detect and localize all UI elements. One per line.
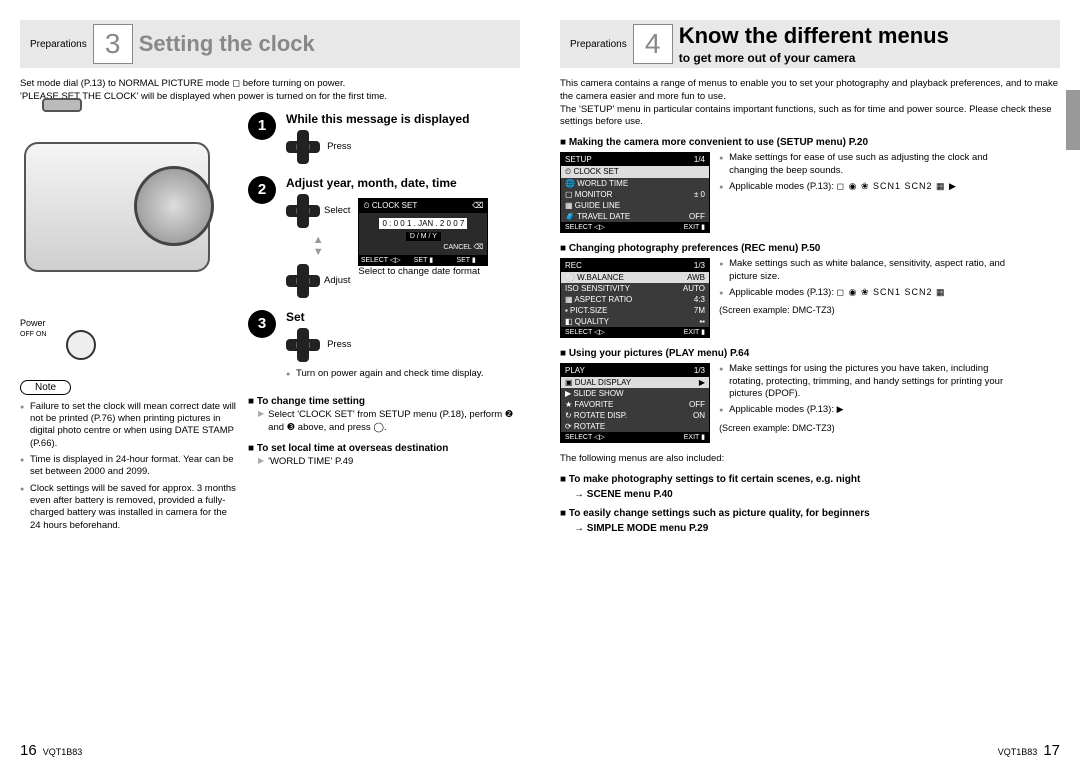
notes-list: Failure to set the clock will mean corre… xyxy=(20,401,240,532)
screen-example: (Screen example: DMC-TZ3) xyxy=(719,423,1019,433)
step-3: 3 Set Press Turn on power again and chec… xyxy=(248,310,520,384)
power-label: Power OFF ON xyxy=(20,318,46,338)
setup-lcd: SETUP1/4 ⏲ CLOCK SET 🌐 WORLD TIME ▢ MONI… xyxy=(560,152,710,233)
page-subtitle: to get more out of your camera xyxy=(679,51,949,65)
date-format-hint: Select to change date format xyxy=(358,266,488,277)
scene-heading: To make photography settings to fit cert… xyxy=(560,474,1060,485)
note-pill: Note xyxy=(20,380,71,395)
prep-label: Preparations xyxy=(570,39,627,50)
clock-set-screen: ⏲ CLOCK SET⌫ 0 : 0 0 1 . JAN . 2 0 0 7 D… xyxy=(358,198,488,266)
note-item: Time is displayed in 24-hour format. Yea… xyxy=(20,454,240,479)
updown-arrows-icon: ▲▼ xyxy=(286,234,350,258)
rec-lcd: REC1/3 ⚪ W.BALANCEAWB ISO SENSITIVITYAUT… xyxy=(560,258,710,338)
overseas-text: 'WORLD TIME' P.49 xyxy=(258,456,520,469)
step-badge-3: 3 xyxy=(248,310,276,338)
setup-bullet: Applicable modes (P.13): ◻ ◉ ❀ SCN1 SCN2… xyxy=(719,181,1019,193)
page16-header: Preparations 3 Setting the clock xyxy=(20,20,520,68)
play-lcd: PLAY1/3 ▣ DUAL DISPLAY▶ ▶ SLIDE SHOW ★ F… xyxy=(560,363,710,443)
steps-column: 1 While this message is displayed Press … xyxy=(248,112,520,536)
note-item: Clock settings will be saved for approx.… xyxy=(20,483,240,532)
change-time-heading: To change time setting xyxy=(248,396,520,407)
mode-icons: ◻ ◉ ❀ SCN1 SCN2 ▦ xyxy=(837,287,946,297)
rec-menu-section: Changing photography preferences (REC me… xyxy=(560,243,1060,338)
overseas-heading: To set local time at overseas destinatio… xyxy=(248,443,520,454)
step1-title: While this message is displayed xyxy=(286,112,520,126)
step3-title: Set xyxy=(286,310,520,324)
setup-bullet: Make settings for ease of use such as ad… xyxy=(719,152,1019,177)
page-title: Know the different menus xyxy=(679,23,949,49)
power-switch-icon xyxy=(66,330,96,360)
camera-illustration: Power OFF ON xyxy=(20,112,240,312)
intro-text: Set mode dial (P.13) to NORMAL PICTURE m… xyxy=(20,78,520,104)
exit-icon: ⌫ xyxy=(472,201,483,211)
manual-spread: Preparations 3 Setting the clock Set mod… xyxy=(0,0,1080,767)
page-title: Setting the clock xyxy=(139,31,315,57)
page-number: 17 xyxy=(1043,742,1060,759)
mode-icons: ▶ xyxy=(837,404,845,414)
dpad-icon xyxy=(286,264,320,298)
dpad-icon xyxy=(286,328,320,362)
mode-icons: ◻ ◉ ❀ SCN1 SCN2 ▦ ▶ xyxy=(837,181,957,191)
screen-example: (Screen example: DMC-TZ3) xyxy=(719,305,1019,315)
chapter-number-4: 4 xyxy=(633,24,673,64)
dpad-icon xyxy=(286,194,320,228)
page17-intro: This camera contains a range of menus to… xyxy=(560,78,1060,129)
step-badge-2: 2 xyxy=(248,176,276,204)
page-16: Preparations 3 Setting the clock Set mod… xyxy=(0,0,540,767)
camera-column: Power OFF ON Note Failure to set the clo… xyxy=(20,112,240,536)
camera-body-icon xyxy=(24,142,210,272)
thumb-tab xyxy=(1066,90,1080,150)
camera-lens-icon xyxy=(134,166,214,246)
setup-heading: Making the camera more convenient to use… xyxy=(560,137,1060,148)
page-number: 16 xyxy=(20,742,37,759)
step-1: 1 While this message is displayed Press xyxy=(248,112,520,164)
step-badge-1: 1 xyxy=(248,112,276,140)
doc-code: VQT1B83 xyxy=(998,747,1038,757)
rec-bullet: Applicable modes (P.13): ◻ ◉ ❀ SCN1 SCN2… xyxy=(719,287,1019,299)
dmy-tag: D / M / Y xyxy=(406,232,441,241)
prep-label: Preparations xyxy=(30,39,87,50)
play-bullet: Applicable modes (P.13): ▶ xyxy=(719,404,1019,416)
step2-title: Adjust year, month, date, time xyxy=(286,176,520,190)
footer-left: 16 VQT1B83 xyxy=(20,742,82,759)
press-label: Press xyxy=(327,141,351,152)
note-item: Failure to set the clock will mean corre… xyxy=(20,401,240,450)
scene-link: → SCENE menu P.40 xyxy=(574,489,1060,500)
rec-bullet: Make settings such as white balance, sen… xyxy=(719,258,1019,283)
simple-heading: To easily change settings such as pictur… xyxy=(560,508,1060,519)
doc-code: VQT1B83 xyxy=(43,747,83,757)
change-time-text: Select 'CLOCK SET' from SETUP menu (P.18… xyxy=(258,409,520,435)
mode-dial-icon xyxy=(42,98,82,112)
dpad-icon xyxy=(286,130,320,164)
play-heading: Using your pictures (PLAY menu) P.64 xyxy=(560,348,1060,359)
setup-menu-section: Making the camera more convenient to use… xyxy=(560,137,1060,233)
also-included: The following menus are also included: xyxy=(560,453,1060,466)
play-menu-section: Using your pictures (PLAY menu) P.64 PLA… xyxy=(560,348,1060,443)
simple-link: → SIMPLE MODE menu P.29 xyxy=(574,523,1060,534)
chapter-number-3: 3 xyxy=(93,24,133,64)
play-bullet: Make settings for using the pictures you… xyxy=(719,363,1019,400)
step3-note: Turn on power again and check time displ… xyxy=(286,368,520,380)
step-2: 2 Adjust year, month, date, time Select … xyxy=(248,176,520,298)
page16-content: Power OFF ON Note Failure to set the clo… xyxy=(20,112,520,536)
page-17: Preparations 4 Know the different menus … xyxy=(540,0,1080,767)
footer-right: VQT1B83 17 xyxy=(998,742,1060,759)
rec-heading: Changing photography preferences (REC me… xyxy=(560,243,1060,254)
page17-header: Preparations 4 Know the different menus … xyxy=(560,20,1060,68)
